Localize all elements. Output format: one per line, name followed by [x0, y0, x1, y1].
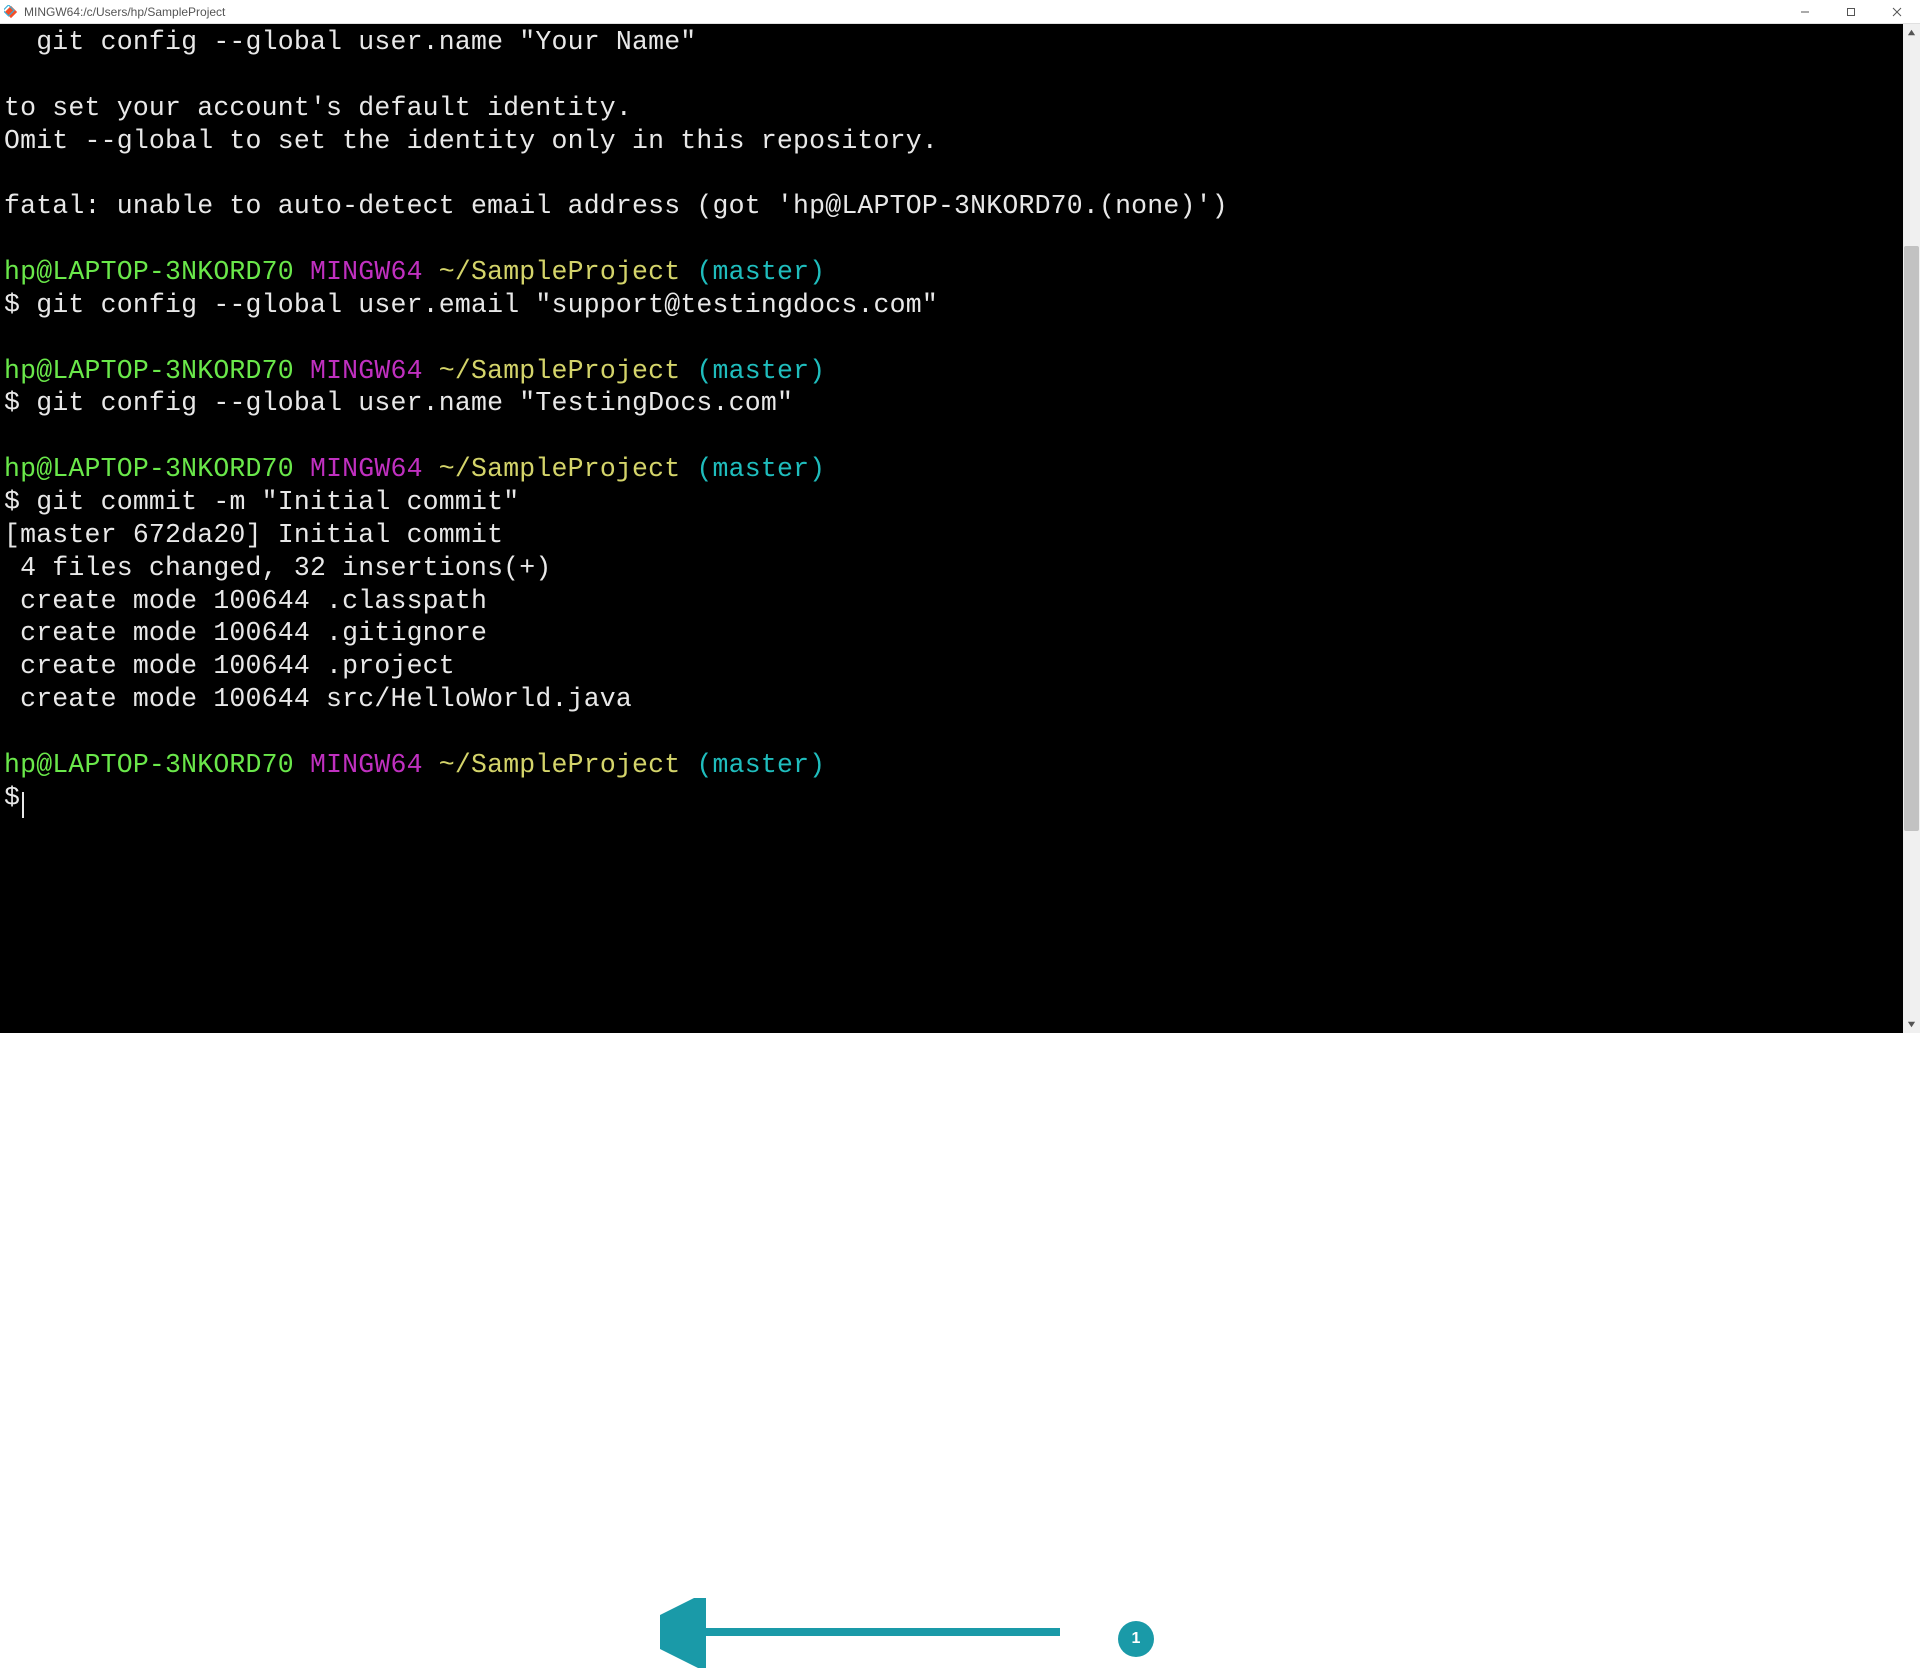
- prompt-env: MINGW64: [310, 356, 423, 386]
- close-button[interactable]: [1874, 0, 1920, 23]
- titlebar: MINGW64:/c/Users/hp/SampleProject: [0, 0, 1920, 24]
- prompt-userhost: hp@LAPTOP-3NKORD70: [4, 257, 294, 287]
- prompt-path: ~/SampleProject: [439, 257, 681, 287]
- terminal-command: git commit -m "Initial commit": [36, 487, 519, 517]
- prompt-userhost: hp@LAPTOP-3NKORD70: [4, 750, 294, 780]
- cursor: [22, 792, 24, 818]
- terminal-line: create mode 100644 src/HelloWorld.java: [4, 684, 632, 714]
- terminal-line: to set your account's default identity.: [4, 93, 632, 123]
- annotation-badge: 1: [1118, 1621, 1154, 1657]
- terminal[interactable]: git config --global user.name "Your Name…: [0, 24, 1920, 1033]
- prompt-symbol: $: [4, 783, 20, 813]
- terminal-line: fatal: unable to auto-detect email addre…: [4, 191, 1228, 221]
- terminal-line: create mode 100644 .gitignore: [4, 618, 487, 648]
- prompt-symbol: $: [4, 290, 20, 320]
- terminal-line: create mode 100644 .classpath: [4, 586, 487, 616]
- terminal-command: git config --global user.email "support@…: [36, 290, 938, 320]
- scrollbar-thumb[interactable]: [1904, 246, 1919, 831]
- prompt-env: MINGW64: [310, 257, 423, 287]
- prompt-userhost: hp@LAPTOP-3NKORD70: [4, 356, 294, 386]
- prompt-path: ~/SampleProject: [439, 356, 681, 386]
- maximize-button[interactable]: [1828, 0, 1874, 23]
- window-title: MINGW64:/c/Users/hp/SampleProject: [24, 5, 225, 19]
- terminal-line: [master 672da20] Initial commit: [4, 520, 503, 550]
- prompt-userhost: hp@LAPTOP-3NKORD70: [4, 454, 294, 484]
- window-controls: [1782, 0, 1920, 23]
- scroll-down-button[interactable]: [1903, 1016, 1920, 1033]
- scrollbar-track[interactable]: [1903, 24, 1920, 1033]
- prompt-branch: (master): [696, 454, 825, 484]
- terminal-line: 4 files changed, 32 insertions(+): [4, 553, 552, 583]
- scroll-up-button[interactable]: [1903, 24, 1920, 41]
- terminal-command: git config --global user.name "TestingDo…: [36, 388, 793, 418]
- prompt-branch: (master): [696, 750, 825, 780]
- prompt-symbol: $: [4, 388, 20, 418]
- prompt-path: ~/SampleProject: [439, 454, 681, 484]
- prompt-symbol: $: [4, 487, 20, 517]
- prompt-path: ~/SampleProject: [439, 750, 681, 780]
- terminal-wrap: git config --global user.name "Your Name…: [0, 24, 1920, 1033]
- arrow-icon: [660, 1598, 1080, 1668]
- terminal-line: git config --global user.name "Your Name…: [4, 27, 696, 57]
- prompt-env: MINGW64: [310, 750, 423, 780]
- terminal-line: Omit --global to set the identity only i…: [4, 126, 938, 156]
- terminal-line: create mode 100644 .project: [4, 651, 455, 681]
- app-icon: [4, 5, 18, 19]
- prompt-branch: (master): [696, 356, 825, 386]
- titlebar-left: MINGW64:/c/Users/hp/SampleProject: [0, 5, 225, 19]
- minimize-button[interactable]: [1782, 0, 1828, 23]
- prompt-branch: (master): [696, 257, 825, 287]
- prompt-env: MINGW64: [310, 454, 423, 484]
